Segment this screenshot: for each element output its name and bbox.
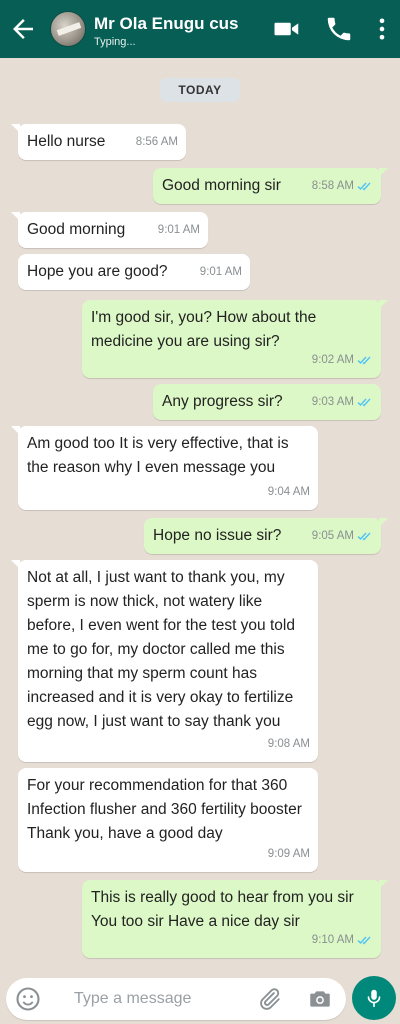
message-text: I'm good sir, you? How about the medicin… xyxy=(91,309,317,350)
mic-button[interactable] xyxy=(352,976,396,1020)
double-check-icon xyxy=(357,936,371,945)
double-check-icon xyxy=(357,398,371,407)
message-bubble[interactable]: Hello nurse 8:56 AM xyxy=(11,124,186,160)
message-time: 9:01 AM xyxy=(199,266,242,278)
double-check-icon xyxy=(357,356,371,365)
message-text: Hello nurse xyxy=(27,133,106,150)
message-time: 9:05 AM xyxy=(312,524,373,548)
message-text: Good morning xyxy=(27,221,126,238)
contact-status: Typing... xyxy=(94,36,136,48)
message-text: Good morning sir xyxy=(162,177,281,194)
message-bubble[interactable]: Am good too It is very effective, that i… xyxy=(11,426,318,510)
message-text: Not at all, I just want to thank you, my… xyxy=(27,569,295,730)
message-time: 8:56 AM xyxy=(135,136,178,148)
video-call-icon[interactable] xyxy=(272,14,302,44)
emoji-icon[interactable] xyxy=(14,985,42,1013)
contact-name[interactable]: Mr Ola Enugu cus xyxy=(94,14,239,34)
message-time: 9:09 AM xyxy=(267,848,310,860)
message-time: 9:04 AM xyxy=(267,486,310,498)
mic-icon xyxy=(367,989,381,1008)
message-text: Hope you are good? xyxy=(27,263,168,280)
arrow-left-icon[interactable] xyxy=(8,14,38,44)
message-text: This is really good to hear from you sir… xyxy=(91,889,354,930)
message-time: 9:01 AM xyxy=(157,224,200,236)
message-time: 9:08 AM xyxy=(267,738,310,750)
message-bubble[interactable]: I'm good sir, you? How about the medicin… xyxy=(82,300,388,378)
message-time: 8:58 AM xyxy=(312,174,373,198)
message-text: Any progress sir? xyxy=(162,393,283,410)
message-bubble[interactable]: Good morning sir 8:58 AM xyxy=(153,168,388,204)
double-check-icon xyxy=(357,182,371,191)
message-bubble[interactable]: Good morning 9:01 AM xyxy=(11,212,208,248)
message-bubble[interactable]: This is really good to hear from you sir… xyxy=(82,880,388,958)
message-text: Am good too It is very effective, that i… xyxy=(27,435,289,476)
message-text: For your recommendation for that 360 Inf… xyxy=(27,777,302,842)
message-time: 9:02 AM xyxy=(312,348,373,372)
chat-header: Mr Ola Enugu cus Typing... xyxy=(0,0,400,58)
avatar[interactable] xyxy=(50,11,86,47)
camera-icon[interactable] xyxy=(307,986,333,1012)
message-time: 9:10 AM xyxy=(312,928,373,952)
message-bubble[interactable]: Any progress sir? 9:03 AM xyxy=(153,384,381,420)
paperclip-icon[interactable] xyxy=(256,986,282,1012)
more-vert-icon[interactable] xyxy=(368,14,396,44)
date-divider: TODAY xyxy=(160,78,240,102)
message-bubble[interactable]: Not at all, I just want to thank you, my… xyxy=(11,560,318,762)
message-text: Hope no issue sir? xyxy=(153,527,282,544)
message-time: 9:03 AM xyxy=(312,390,373,414)
message-input-bar[interactable]: Type a message xyxy=(6,978,346,1020)
double-check-icon xyxy=(357,532,371,541)
message-input-placeholder[interactable]: Type a message xyxy=(74,990,191,1008)
message-bubble[interactable]: For your recommendation for that 360 Inf… xyxy=(18,768,318,872)
phone-icon[interactable] xyxy=(324,14,354,44)
message-bubble[interactable]: Hope you are good? 9:01 AM xyxy=(18,254,250,290)
message-bubble[interactable]: Hope no issue sir? 9:05 AM xyxy=(144,518,388,554)
